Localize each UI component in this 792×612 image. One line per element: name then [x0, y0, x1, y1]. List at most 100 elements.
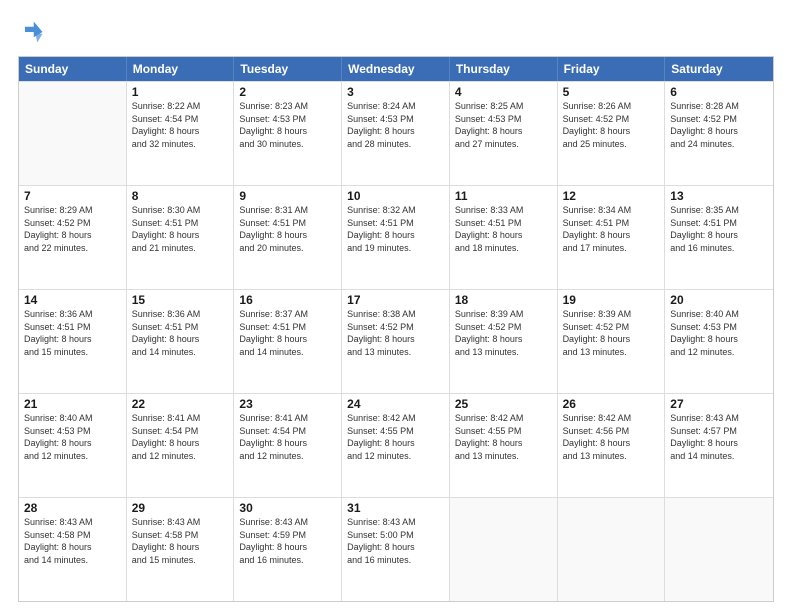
- calendar-cell: [450, 498, 558, 601]
- cell-info: Sunrise: 8:22 AM Sunset: 4:54 PM Dayligh…: [132, 100, 229, 150]
- cell-info: Sunrise: 8:29 AM Sunset: 4:52 PM Dayligh…: [24, 204, 121, 254]
- calendar-cell: 3Sunrise: 8:24 AM Sunset: 4:53 PM Daylig…: [342, 82, 450, 185]
- calendar-cell: 31Sunrise: 8:43 AM Sunset: 5:00 PM Dayli…: [342, 498, 450, 601]
- cell-info: Sunrise: 8:39 AM Sunset: 4:52 PM Dayligh…: [563, 308, 660, 358]
- cell-date: 11: [455, 189, 552, 203]
- cell-info: Sunrise: 8:30 AM Sunset: 4:51 PM Dayligh…: [132, 204, 229, 254]
- cell-info: Sunrise: 8:43 AM Sunset: 4:57 PM Dayligh…: [670, 412, 768, 462]
- header-day-sunday: Sunday: [19, 57, 127, 81]
- cell-date: 23: [239, 397, 336, 411]
- cell-info: Sunrise: 8:31 AM Sunset: 4:51 PM Dayligh…: [239, 204, 336, 254]
- calendar-row-2: 7Sunrise: 8:29 AM Sunset: 4:52 PM Daylig…: [19, 185, 773, 289]
- cell-info: Sunrise: 8:40 AM Sunset: 4:53 PM Dayligh…: [670, 308, 768, 358]
- calendar-cell: 30Sunrise: 8:43 AM Sunset: 4:59 PM Dayli…: [234, 498, 342, 601]
- header-day-saturday: Saturday: [665, 57, 773, 81]
- calendar-cell: 6Sunrise: 8:28 AM Sunset: 4:52 PM Daylig…: [665, 82, 773, 185]
- logo-icon: [18, 18, 46, 46]
- calendar-row-1: 1Sunrise: 8:22 AM Sunset: 4:54 PM Daylig…: [19, 81, 773, 185]
- cell-date: 13: [670, 189, 768, 203]
- cell-date: 26: [563, 397, 660, 411]
- cell-date: 22: [132, 397, 229, 411]
- cell-date: 17: [347, 293, 444, 307]
- calendar-cell: 10Sunrise: 8:32 AM Sunset: 4:51 PM Dayli…: [342, 186, 450, 289]
- calendar-row-3: 14Sunrise: 8:36 AM Sunset: 4:51 PM Dayli…: [19, 289, 773, 393]
- cell-date: 21: [24, 397, 121, 411]
- calendar-cell: 14Sunrise: 8:36 AM Sunset: 4:51 PM Dayli…: [19, 290, 127, 393]
- calendar-cell: 7Sunrise: 8:29 AM Sunset: 4:52 PM Daylig…: [19, 186, 127, 289]
- header-day-friday: Friday: [558, 57, 666, 81]
- cell-date: 4: [455, 85, 552, 99]
- calendar-cell: 21Sunrise: 8:40 AM Sunset: 4:53 PM Dayli…: [19, 394, 127, 497]
- calendar-cell: 4Sunrise: 8:25 AM Sunset: 4:53 PM Daylig…: [450, 82, 558, 185]
- cell-info: Sunrise: 8:41 AM Sunset: 4:54 PM Dayligh…: [132, 412, 229, 462]
- cell-date: 30: [239, 501, 336, 515]
- cell-date: 1: [132, 85, 229, 99]
- calendar-cell: 20Sunrise: 8:40 AM Sunset: 4:53 PM Dayli…: [665, 290, 773, 393]
- calendar-cell: 11Sunrise: 8:33 AM Sunset: 4:51 PM Dayli…: [450, 186, 558, 289]
- calendar-cell: 16Sunrise: 8:37 AM Sunset: 4:51 PM Dayli…: [234, 290, 342, 393]
- header-day-thursday: Thursday: [450, 57, 558, 81]
- cell-date: 25: [455, 397, 552, 411]
- cell-date: 15: [132, 293, 229, 307]
- calendar-cell: 2Sunrise: 8:23 AM Sunset: 4:53 PM Daylig…: [234, 82, 342, 185]
- calendar-cell: 19Sunrise: 8:39 AM Sunset: 4:52 PM Dayli…: [558, 290, 666, 393]
- cell-info: Sunrise: 8:38 AM Sunset: 4:52 PM Dayligh…: [347, 308, 444, 358]
- cell-info: Sunrise: 8:34 AM Sunset: 4:51 PM Dayligh…: [563, 204, 660, 254]
- calendar-cell: 5Sunrise: 8:26 AM Sunset: 4:52 PM Daylig…: [558, 82, 666, 185]
- page: SundayMondayTuesdayWednesdayThursdayFrid…: [0, 0, 792, 612]
- calendar-cell: 28Sunrise: 8:43 AM Sunset: 4:58 PM Dayli…: [19, 498, 127, 601]
- calendar-cell: 9Sunrise: 8:31 AM Sunset: 4:51 PM Daylig…: [234, 186, 342, 289]
- cell-info: Sunrise: 8:39 AM Sunset: 4:52 PM Dayligh…: [455, 308, 552, 358]
- cell-info: Sunrise: 8:40 AM Sunset: 4:53 PM Dayligh…: [24, 412, 121, 462]
- calendar-cell: [19, 82, 127, 185]
- cell-date: 6: [670, 85, 768, 99]
- calendar-cell: 18Sunrise: 8:39 AM Sunset: 4:52 PM Dayli…: [450, 290, 558, 393]
- calendar-cell: 22Sunrise: 8:41 AM Sunset: 4:54 PM Dayli…: [127, 394, 235, 497]
- cell-info: Sunrise: 8:26 AM Sunset: 4:52 PM Dayligh…: [563, 100, 660, 150]
- header-day-wednesday: Wednesday: [342, 57, 450, 81]
- calendar-cell: 1Sunrise: 8:22 AM Sunset: 4:54 PM Daylig…: [127, 82, 235, 185]
- cell-date: 19: [563, 293, 660, 307]
- cell-info: Sunrise: 8:43 AM Sunset: 4:59 PM Dayligh…: [239, 516, 336, 566]
- cell-date: 20: [670, 293, 768, 307]
- cell-info: Sunrise: 8:35 AM Sunset: 4:51 PM Dayligh…: [670, 204, 768, 254]
- cell-info: Sunrise: 8:23 AM Sunset: 4:53 PM Dayligh…: [239, 100, 336, 150]
- cell-date: 12: [563, 189, 660, 203]
- calendar-cell: 26Sunrise: 8:42 AM Sunset: 4:56 PM Dayli…: [558, 394, 666, 497]
- calendar-cell: 12Sunrise: 8:34 AM Sunset: 4:51 PM Dayli…: [558, 186, 666, 289]
- cell-date: 7: [24, 189, 121, 203]
- cell-info: Sunrise: 8:25 AM Sunset: 4:53 PM Dayligh…: [455, 100, 552, 150]
- cell-info: Sunrise: 8:33 AM Sunset: 4:51 PM Dayligh…: [455, 204, 552, 254]
- header-day-monday: Monday: [127, 57, 235, 81]
- cell-date: 3: [347, 85, 444, 99]
- cell-date: 8: [132, 189, 229, 203]
- cell-date: 18: [455, 293, 552, 307]
- cell-info: Sunrise: 8:24 AM Sunset: 4:53 PM Dayligh…: [347, 100, 444, 150]
- cell-date: 28: [24, 501, 121, 515]
- header: [18, 18, 774, 46]
- cell-date: 14: [24, 293, 121, 307]
- cell-date: 24: [347, 397, 444, 411]
- calendar-cell: 15Sunrise: 8:36 AM Sunset: 4:51 PM Dayli…: [127, 290, 235, 393]
- calendar-body: 1Sunrise: 8:22 AM Sunset: 4:54 PM Daylig…: [19, 81, 773, 601]
- calendar-cell: [558, 498, 666, 601]
- cell-info: Sunrise: 8:43 AM Sunset: 4:58 PM Dayligh…: [132, 516, 229, 566]
- cell-date: 27: [670, 397, 768, 411]
- cell-date: 31: [347, 501, 444, 515]
- calendar-cell: 23Sunrise: 8:41 AM Sunset: 4:54 PM Dayli…: [234, 394, 342, 497]
- calendar-cell: 8Sunrise: 8:30 AM Sunset: 4:51 PM Daylig…: [127, 186, 235, 289]
- calendar-cell: 25Sunrise: 8:42 AM Sunset: 4:55 PM Dayli…: [450, 394, 558, 497]
- cell-date: 5: [563, 85, 660, 99]
- calendar-row-4: 21Sunrise: 8:40 AM Sunset: 4:53 PM Dayli…: [19, 393, 773, 497]
- cell-date: 16: [239, 293, 336, 307]
- cell-date: 9: [239, 189, 336, 203]
- calendar-cell: 13Sunrise: 8:35 AM Sunset: 4:51 PM Dayli…: [665, 186, 773, 289]
- calendar-header: SundayMondayTuesdayWednesdayThursdayFrid…: [19, 57, 773, 81]
- cell-info: Sunrise: 8:41 AM Sunset: 4:54 PM Dayligh…: [239, 412, 336, 462]
- logo: [18, 18, 50, 46]
- calendar-row-5: 28 Sunrise: 8:43 AM Sunset: 4:58 PM Dayli…: [19, 497, 773, 601]
- header-day-tuesday: Tuesday: [234, 57, 342, 81]
- calendar-cell: 17Sunrise: 8:38 AM Sunset: 4:52 PM Dayli…: [342, 290, 450, 393]
- cell-info: Sunrise: 8:43 AM Sunset: 5:00 PM Dayligh…: [347, 516, 444, 566]
- calendar-cell: 27Sunrise: 8:43 AM Sunset: 4:57 PM Dayli…: [665, 394, 773, 497]
